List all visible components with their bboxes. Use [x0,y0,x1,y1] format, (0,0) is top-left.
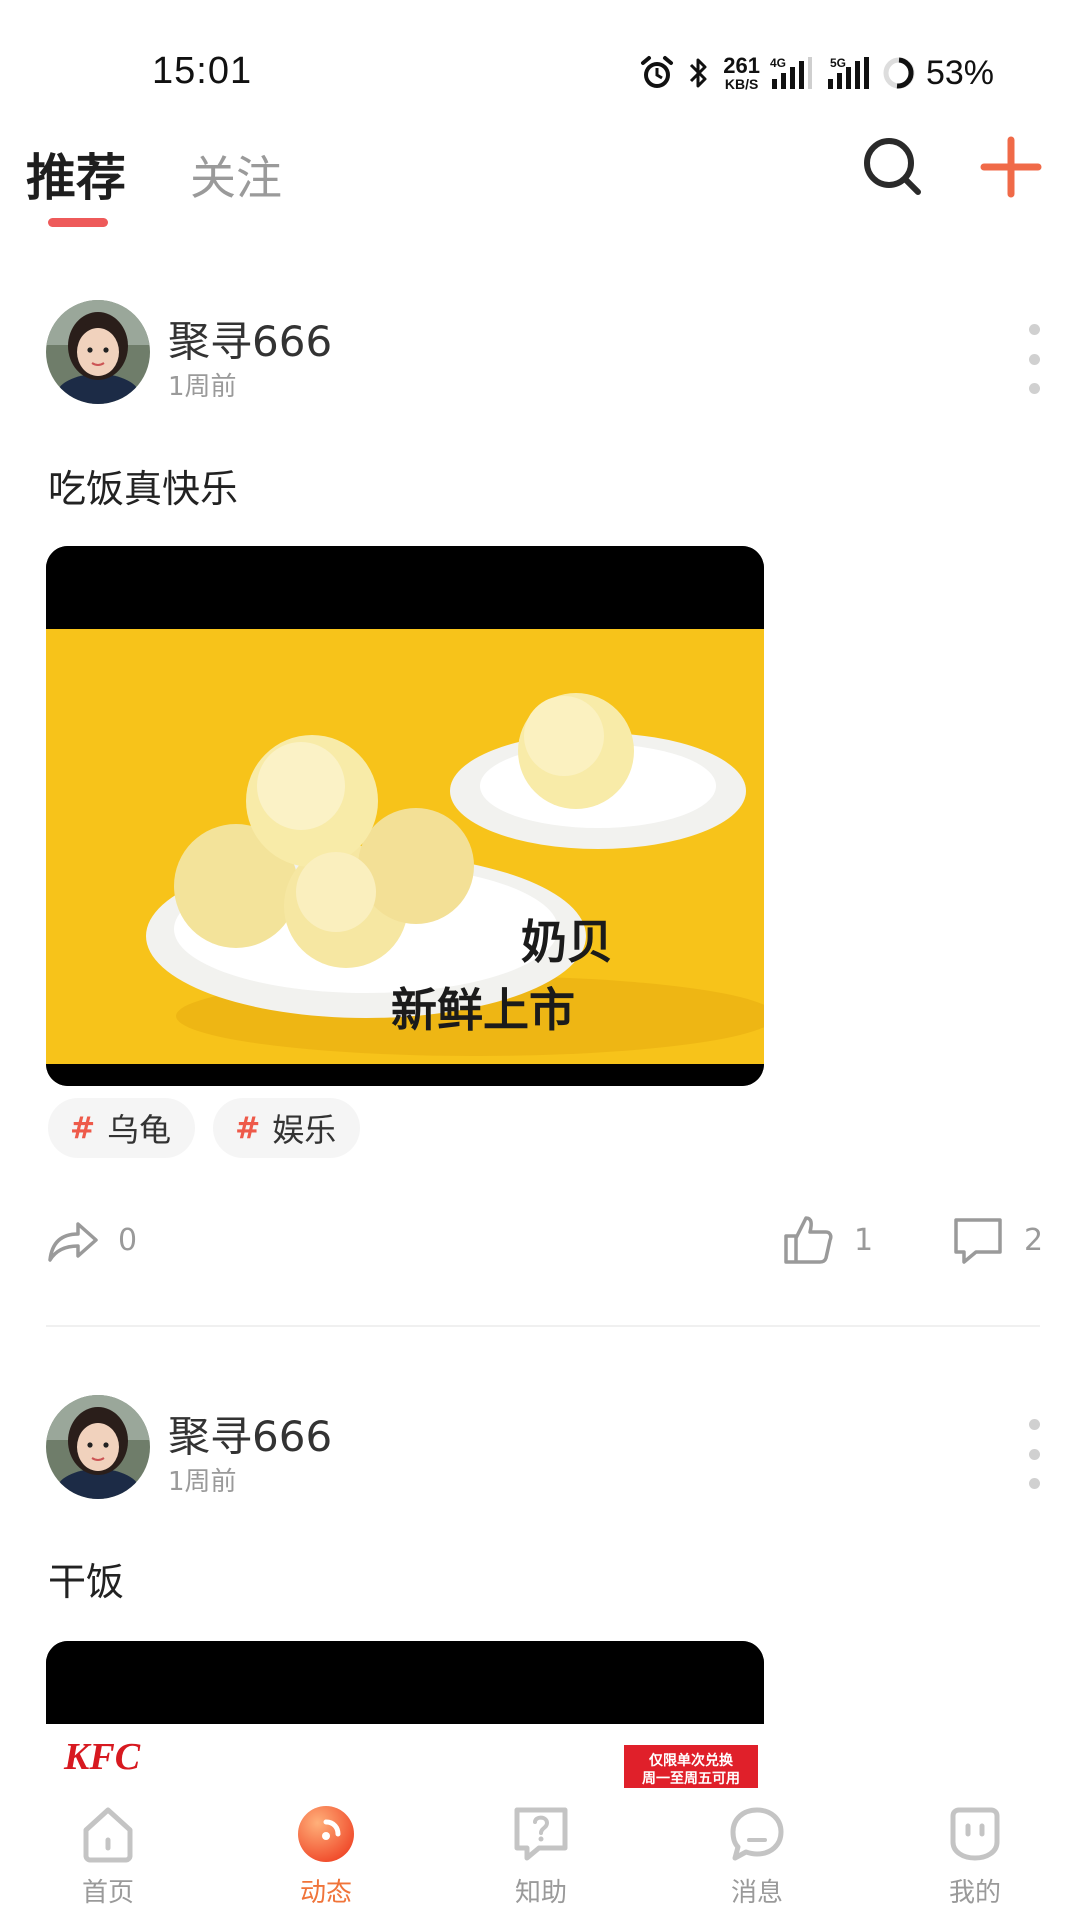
feed-icon [298,1806,354,1862]
sim2-label: 5G [830,56,846,70]
post-card: 聚寻666 1周前 吃饭真快乐 奶贝 新鲜上市 # 乌龟 # 娱乐 0 1 2 [0,290,1080,1310]
post-image[interactable]: KFC 仅限单次兑换 周一至周五可用 [46,1641,764,1791]
comment-button[interactable]: 2 [950,1212,1043,1268]
more-options-button[interactable] [1022,1419,1046,1489]
avatar[interactable] [46,300,150,404]
thumbs-up-icon [784,1216,833,1264]
post-time: 1周前 [168,372,237,402]
signal-4g-icon: 4G [770,55,814,91]
username[interactable]: 聚寻666 [168,1403,332,1464]
battery-percent: 53% [925,53,994,92]
post-divider [46,1325,1040,1327]
more-options-button[interactable] [1022,324,1046,394]
nav-question-label: 知助 [514,1878,567,1908]
like-button[interactable]: 1 [780,1212,873,1268]
hash-icon: # [70,1110,96,1146]
image-badge-line2: 周一至周五可用 [642,1771,740,1787]
nav-home-label: 首页 [81,1878,134,1908]
home-icon [83,1807,133,1863]
kfc-logo: KFC [63,1736,141,1778]
status-bar: 15:01 261 KB/S 4G 5G 53% [0,0,1080,110]
status-time: 15:01 [152,50,253,92]
post-time: 1周前 [168,1467,237,1497]
tag-label: 乌龟 [107,1111,172,1149]
nav-profile-label: 我的 [948,1878,1001,1908]
tag-label: 娱乐 [272,1111,337,1149]
post-image[interactable]: 奶贝 新鲜上市 [46,546,764,1086]
tab-indicator [48,218,108,227]
post-card: 聚寻666 1周前 干饭 KFC 仅限单次兑换 周一至周五可用 [0,1385,1080,1791]
image-caption-line2: 新鲜上市 [391,983,575,1037]
nav-profile[interactable]: 我的 [910,1802,1040,1909]
alarm-icon [639,55,675,91]
search-button[interactable] [858,132,928,202]
nav-home[interactable]: 首页 [43,1802,173,1909]
tab-following[interactable]: 关注 [190,142,282,208]
profile-icon [950,1807,1000,1861]
top-nav: 推荐 关注 [0,120,1080,240]
avatar[interactable] [46,1395,150,1499]
share-button[interactable]: 0 [44,1212,137,1268]
post-text: 吃饭真快乐 [48,467,239,511]
sim1-label: 4G [770,56,786,70]
tag-chip[interactable]: # 娱乐 [213,1098,361,1158]
add-post-button[interactable] [976,132,1046,202]
nav-question[interactable]: 知助 [476,1802,606,1909]
battery-ring-icon [882,56,916,90]
comment-icon [954,1218,1002,1264]
username[interactable]: 聚寻666 [168,308,332,369]
plus-icon [980,136,1042,198]
tag-list: # 乌龟 # 娱乐 [48,1098,361,1158]
signal-5g-icon: 5G [824,55,872,91]
hash-icon: # [235,1110,261,1146]
like-count: 1 [854,1222,874,1258]
bluetooth-icon [685,55,713,91]
nav-feed-label: 动态 [299,1878,352,1908]
image-caption-line1: 奶贝 [521,915,613,969]
status-icons: 261 KB/S 4G 5G 53% [639,50,994,96]
image-badge-line1: 仅限单次兑换 [648,1752,734,1769]
network-speed: 261 KB/S [723,53,760,92]
search-icon [864,138,921,195]
post-text: 干饭 [48,1560,125,1604]
tab-recommend[interactable]: 推荐 [26,138,126,210]
share-icon [48,1222,98,1262]
comment-count: 2 [1024,1222,1044,1258]
message-icon [730,1807,784,1861]
nav-feed[interactable]: 动态 [261,1802,391,1909]
post-actions: 0 1 2 [0,1212,1080,1282]
nav-messages[interactable]: 消息 [692,1802,822,1909]
question-icon [514,1807,568,1861]
tag-chip[interactable]: # 乌龟 [48,1098,196,1158]
nav-messages-label: 消息 [730,1878,783,1908]
share-count: 0 [118,1222,138,1258]
bottom-nav: 首页 动态 知助 消息 我的 [0,1788,1080,1920]
